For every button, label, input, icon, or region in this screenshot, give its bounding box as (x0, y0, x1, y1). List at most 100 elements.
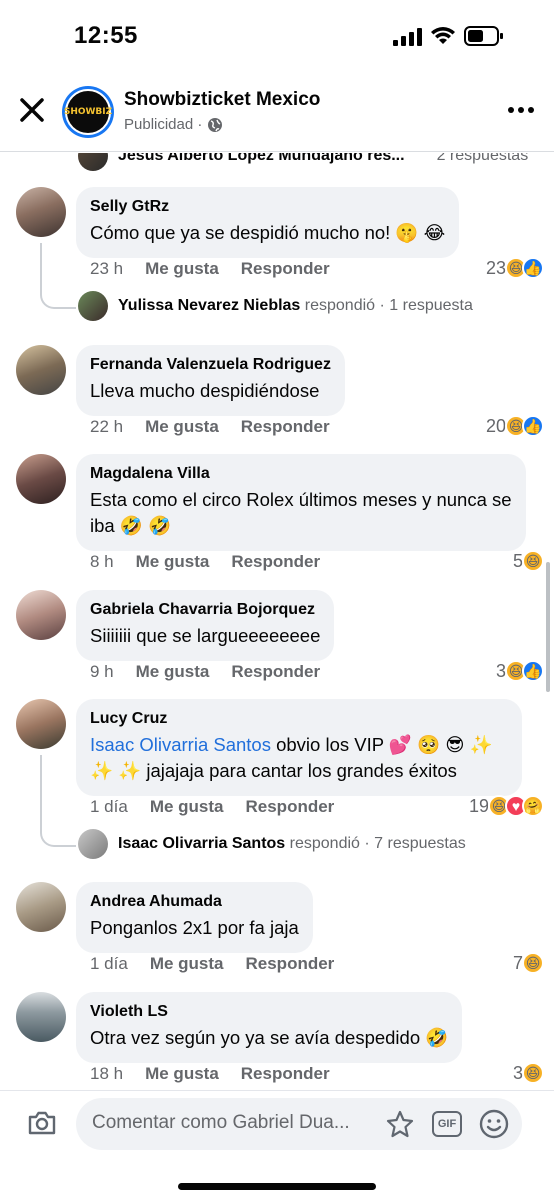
reply-button[interactable]: Responder (241, 259, 330, 279)
comment-bubble[interactable]: Magdalena Villa Esta como el circo Rolex… (76, 454, 526, 551)
haha-reaction-icon: 😆 (522, 1062, 544, 1084)
reply-avatar (78, 153, 108, 171)
more-options-icon[interactable] (508, 106, 534, 114)
comment-bubble[interactable]: Selly GtRz Cómo que ya se despidió mucho… (76, 187, 460, 258)
comment-author[interactable]: Selly GtRz (90, 197, 445, 217)
post-header: SHOWBIZ Showbizticket Mexico Publicidad … (0, 72, 554, 152)
avatar[interactable] (16, 882, 66, 932)
comment-bubble[interactable]: Fernanda Valenzuela Rodriguez Lleva much… (76, 345, 345, 416)
like-reaction-icon: 👍 (522, 257, 544, 279)
home-indicator (178, 1183, 376, 1190)
comment-actions: 1 día Me gusta Responder (90, 954, 334, 974)
reply-author: Yulissa Nevarez Nieblas (118, 297, 301, 314)
like-button[interactable]: Me gusta (150, 954, 224, 974)
comment-input[interactable]: Comentar como Gabriel Dua... GIF (76, 1098, 522, 1150)
haha-reaction-icon: 😆 (522, 952, 544, 974)
reply-count: 2 respuestas (436, 153, 529, 164)
comment-actions: 18 h Me gusta Responder (90, 1064, 330, 1084)
page-name[interactable]: Showbizticket Mexico (124, 89, 320, 111)
like-reaction-icon: 👍 (522, 415, 544, 437)
comment-bubble[interactable]: Gabriela Chavarria Bojorquez Siiiiiii qu… (76, 590, 335, 661)
avatar[interactable] (16, 699, 66, 749)
reply-avatar (78, 829, 108, 859)
camera-icon[interactable] (26, 1107, 58, 1139)
comment-placeholder: Comentar como Gabriel Dua... (92, 1112, 350, 1133)
comment-time: 9 h (90, 662, 114, 681)
reaction-summary[interactable]: 7 😆 (513, 952, 544, 974)
comment-actions: 23 h Me gusta Responder (90, 259, 330, 279)
reaction-summary[interactable]: 23 😆 👍 (486, 257, 544, 279)
avatar[interactable] (16, 454, 66, 504)
comments-list[interactable]: Jesús Alberto López Mundajano res... 2 r… (0, 153, 554, 1089)
thread-line (40, 243, 76, 309)
reply-author: Isaac Olivarria Santos (118, 835, 286, 852)
comment-author[interactable]: Magdalena Villa (90, 464, 512, 484)
reply-button[interactable]: Responder (246, 797, 335, 817)
reply-button[interactable]: Responder (246, 954, 335, 974)
like-button[interactable]: Me gusta (136, 662, 210, 682)
comment-actions: 8 h Me gusta Responder (90, 552, 320, 572)
sponsored-label: Publicidad · (124, 116, 203, 133)
avatar-sticker-icon[interactable] (384, 1109, 416, 1141)
page-avatar[interactable]: SHOWBIZ (62, 86, 114, 138)
comment-text: Otra vez según yo ya se avía despedido 🤣 (90, 1027, 449, 1048)
globe-icon (208, 117, 223, 132)
reaction-summary[interactable]: 19 😆 ♥ 🤗 (469, 795, 544, 817)
comment-bubble[interactable]: Andrea Ahumada Ponganlos 2x1 por fa jaja (76, 882, 313, 953)
view-replies-row[interactable]: Isaac Olivarria Santos respondió · 7 res… (78, 829, 466, 859)
reply-avatar (78, 291, 108, 321)
partial-reply-row[interactable]: Jesús Alberto López Mundajano res... 2 r… (78, 153, 528, 171)
mention-link[interactable]: Isaac Olivarria Santos (90, 734, 271, 755)
gif-button[interactable]: GIF (432, 1111, 462, 1137)
view-replies-row[interactable]: Yulissa Nevarez Nieblas respondió · 1 re… (78, 291, 473, 321)
comment-author[interactable]: Violeth LS (90, 1002, 448, 1022)
comment-time: 8 h (90, 552, 114, 571)
emoji-icon[interactable] (478, 1108, 510, 1140)
comment-text: Cómo que ya se despidió mucho no! 🤫 😂 (90, 222, 446, 243)
reply-action: respondió (289, 835, 360, 852)
cellular-signal-icon (393, 28, 422, 46)
reaction-summary[interactable]: 3 😆 👍 (496, 660, 544, 682)
avatar[interactable] (16, 590, 66, 640)
reaction-summary[interactable]: 20 😆 👍 (486, 415, 544, 437)
reply-button[interactable]: Responder (241, 1064, 330, 1084)
comment-text: Isaac Olivarria Santos obvio los VIP 💕 🥺… (90, 732, 508, 784)
like-button[interactable]: Me gusta (150, 797, 224, 817)
avatar[interactable] (16, 992, 66, 1042)
comment-bubble[interactable]: Violeth LS Otra vez según yo ya se avía … (76, 992, 463, 1063)
reply-button[interactable]: Responder (231, 662, 320, 682)
comment-bubble[interactable]: Lucy Cruz Isaac Olivarria Santos obvio l… (76, 699, 522, 796)
like-button[interactable]: Me gusta (136, 552, 210, 572)
close-icon[interactable] (18, 96, 46, 124)
like-button[interactable]: Me gusta (145, 417, 219, 437)
care-reaction-icon: 🤗 (522, 795, 544, 817)
like-button[interactable]: Me gusta (145, 259, 219, 279)
comment-author[interactable]: Gabriela Chavarria Bojorquez (90, 600, 320, 620)
comment-actions: 9 h Me gusta Responder (90, 662, 320, 682)
comment-author[interactable]: Lucy Cruz (90, 709, 508, 729)
comment-actions: 22 h Me gusta Responder (90, 417, 330, 437)
reply-button[interactable]: Responder (241, 417, 330, 437)
comment-time: 1 día (90, 797, 128, 816)
reply-button[interactable]: Responder (231, 552, 320, 572)
reply-count: · 7 respuestas (364, 835, 466, 852)
comment-text: Siiiiiii que se largueeeeeeee (90, 625, 321, 646)
reaction-summary[interactable]: 3 😆 (513, 1062, 544, 1084)
reaction-count: 23 (485, 257, 506, 278)
reaction-summary[interactable]: 5 😆 (513, 550, 544, 572)
comment-author[interactable]: Fernanda Valenzuela Rodriguez (90, 355, 331, 375)
comment-time: 22 h (90, 417, 124, 436)
status-time: 12:55 (74, 22, 138, 49)
haha-reaction-icon: 😆 (522, 550, 544, 572)
comment-time: 1 día (90, 954, 128, 973)
avatar[interactable] (16, 187, 66, 237)
like-reaction-icon: 👍 (522, 660, 544, 682)
avatar[interactable] (16, 345, 66, 395)
comment-author[interactable]: Andrea Ahumada (90, 892, 299, 912)
wifi-icon (431, 27, 455, 44)
scrollbar[interactable] (546, 562, 550, 692)
reaction-count: 19 (468, 795, 489, 816)
like-button[interactable]: Me gusta (145, 1064, 219, 1084)
comment-actions: 1 día Me gusta Responder (90, 797, 334, 817)
thread-line (40, 755, 76, 847)
